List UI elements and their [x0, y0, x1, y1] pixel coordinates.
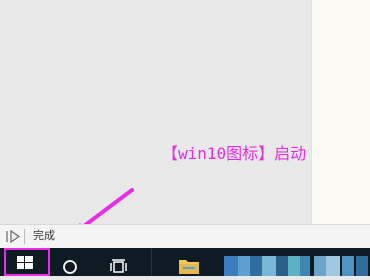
taskbar-app-tile[interactable]	[356, 256, 368, 276]
play-icon[interactable]	[4, 228, 22, 245]
cortana-circle-icon	[63, 260, 77, 274]
taskbar-app-tile[interactable]	[342, 256, 354, 276]
folder-icon	[179, 260, 199, 274]
taskbar-separator	[151, 248, 152, 276]
taskbar-app-tile[interactable]	[288, 256, 300, 276]
status-bar: 完成	[0, 224, 370, 248]
taskbar-app-tile[interactable]	[224, 256, 238, 276]
taskbar-app-tile[interactable]	[262, 256, 276, 276]
taskbar-app-tile[interactable]	[238, 256, 250, 276]
taskbar-app-tile[interactable]	[326, 256, 340, 276]
task-view-icon	[110, 259, 127, 273]
task-view-button[interactable]	[104, 248, 132, 276]
taskbar-app-tile[interactable]	[276, 256, 288, 276]
taskbar-app-tile[interactable]	[300, 256, 310, 276]
start-button[interactable]	[4, 248, 50, 276]
status-divider	[24, 229, 25, 244]
file-explorer-button[interactable]	[174, 248, 204, 276]
search-button[interactable]	[56, 248, 84, 276]
status-text: 完成	[33, 229, 55, 242]
taskbar-app-tile[interactable]	[314, 256, 326, 276]
windows-icon	[17, 256, 33, 269]
taskbar-app-tile[interactable]	[250, 256, 262, 276]
